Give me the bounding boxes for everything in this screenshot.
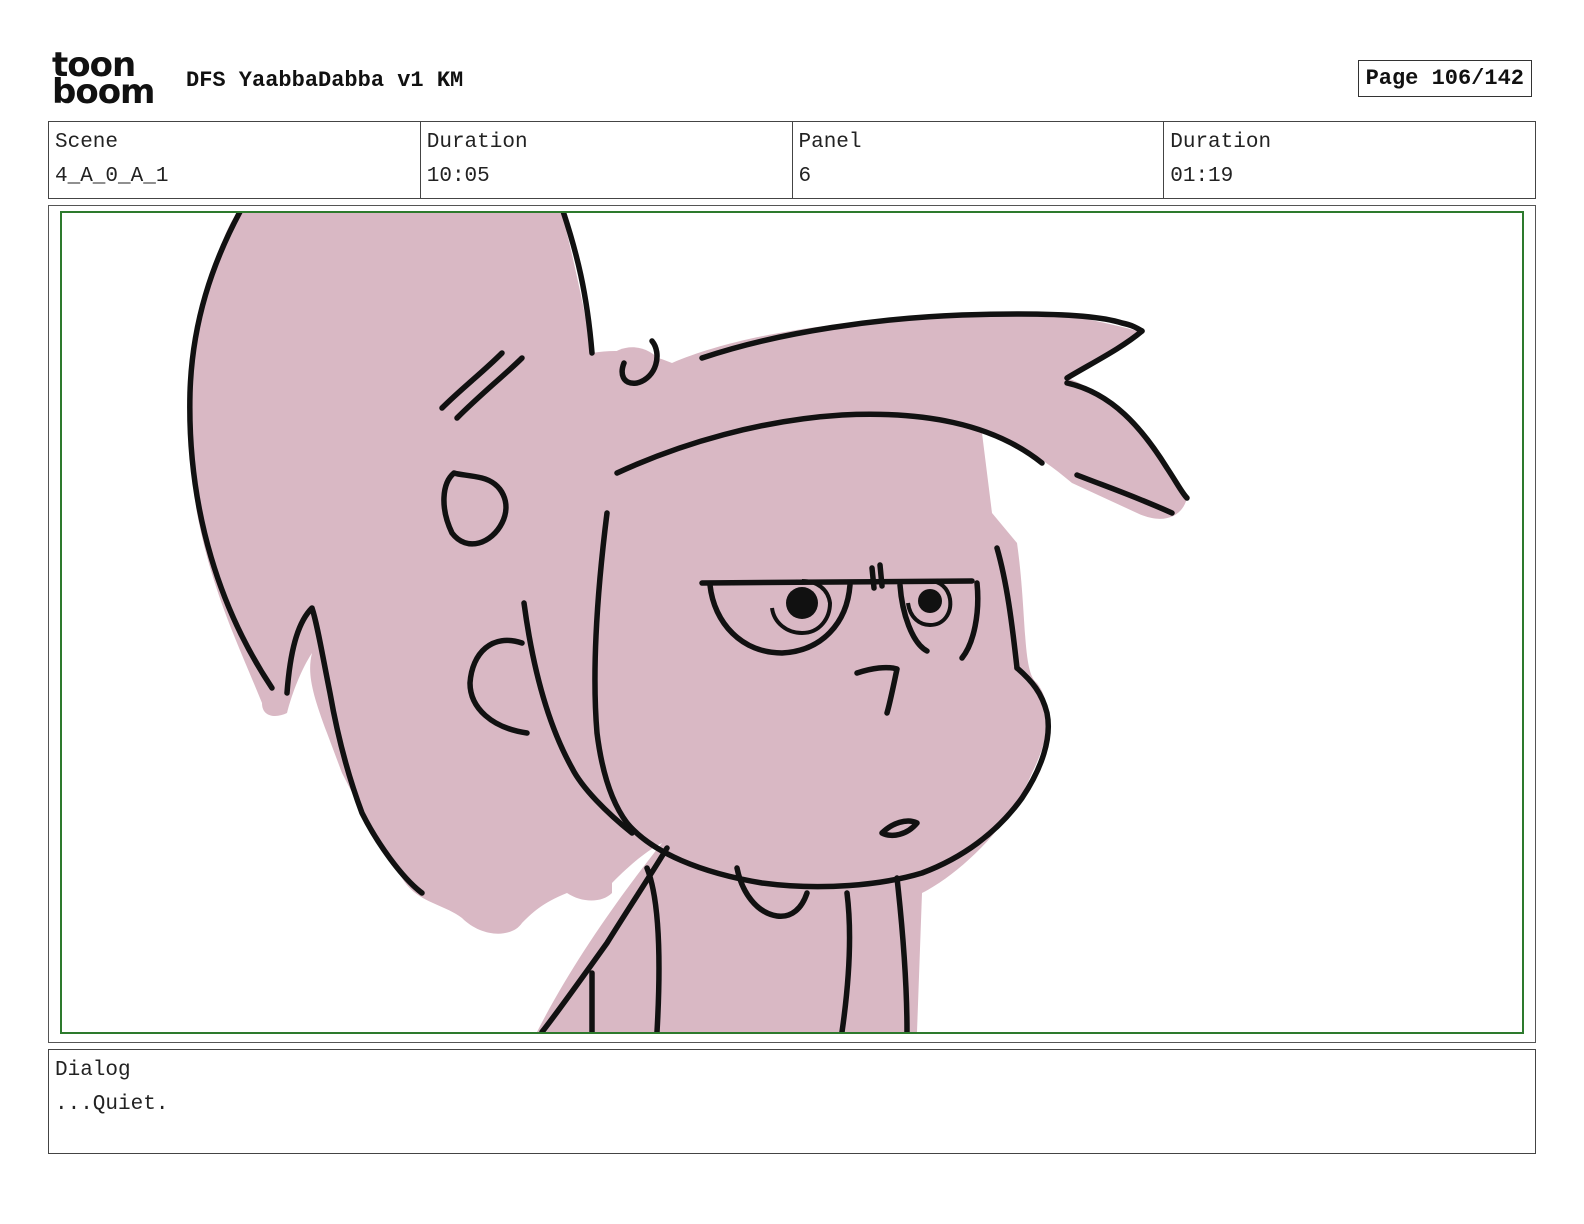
scene-info-table: Scene 4_A_0_A_1 Duration 10:05 Panel 6 D… (48, 121, 1536, 199)
right-pupil (918, 589, 942, 613)
panel-duration-label: Duration (1170, 131, 1272, 154)
panel-value: 6 (798, 165, 812, 188)
scene-label: Scene (55, 131, 119, 154)
scene-duration-label: Duration (426, 131, 528, 154)
scene-duration-value: 10:05 (426, 165, 490, 188)
safe-frame (60, 211, 1524, 1034)
character-drawing (187, 213, 1190, 1032)
panel-duration-cell: Duration 01:19 (1164, 122, 1535, 198)
panel-label: Panel (798, 131, 862, 154)
scene-cell: Scene 4_A_0_A_1 (49, 122, 421, 198)
skin-fill (190, 213, 1187, 1032)
panel-duration-value: 01:19 (1170, 165, 1234, 188)
toon-boom-logo: toon boom (52, 48, 170, 112)
dialog-label: Dialog (55, 1059, 131, 1082)
dialog-text: ...Quiet. (55, 1093, 169, 1116)
page-header: toon boom DFS YaabbaDabba v1 KM Page 106… (48, 48, 1536, 116)
panel-cell: Panel 6 (793, 122, 1165, 198)
page-number: Page 106/142 (1357, 60, 1532, 97)
logo-line-2: boom (52, 72, 155, 112)
storyboard-panel (48, 205, 1536, 1043)
project-title: DFS YaabbaDabba v1 KM (186, 68, 464, 93)
scene-duration-cell: Duration 10:05 (421, 122, 793, 198)
dialog-box: Dialog ...Quiet. (48, 1049, 1536, 1154)
scene-value: 4_A_0_A_1 (55, 165, 169, 188)
left-pupil (786, 587, 818, 619)
